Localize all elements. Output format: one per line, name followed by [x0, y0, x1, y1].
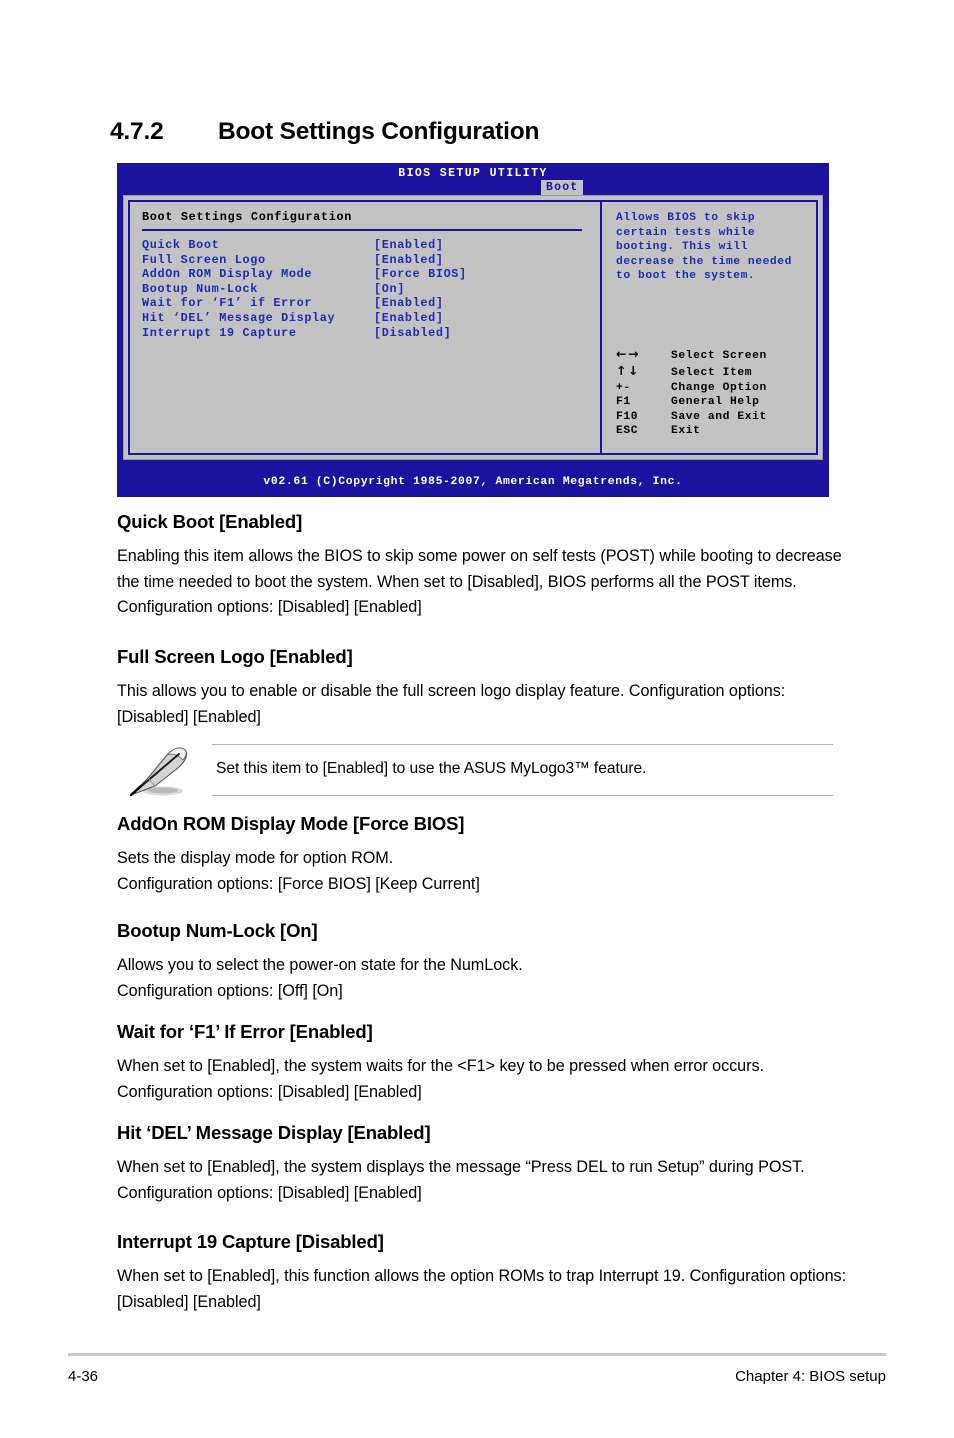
bios-setup-screenshot: BIOS SETUP UTILITY Boot Boot Settings Co…	[117, 163, 829, 497]
legend-row-exit: ESC Exit	[616, 424, 826, 439]
bios-option-row[interactable]: Wait for ‘F1’ if Error [Enabled]	[142, 296, 590, 311]
bios-option-value: [Disabled]	[374, 325, 452, 340]
bios-option-row[interactable]: Hit ‘DEL’ Message Display [Enabled]	[142, 311, 590, 326]
legend-action: Select Item	[671, 367, 753, 380]
bios-option-label: Hit ‘DEL’ Message Display	[142, 310, 336, 325]
legend-action: Change Option	[671, 381, 767, 394]
bios-body: Boot Settings Configuration Quick Boot […	[123, 195, 823, 460]
bios-options-list: Quick Boot [Enabled] Full Screen Logo [E…	[142, 238, 590, 340]
bios-option-label: Bootup Num-Lock	[142, 281, 258, 296]
bios-help-line: decrease the time needed	[616, 255, 792, 268]
section-title: Boot Settings Configuration	[218, 118, 540, 145]
bios-option-row[interactable]: Quick Boot [Enabled]	[142, 238, 590, 253]
pen-note-icon	[121, 741, 201, 799]
bios-option-row[interactable]: Bootup Num-Lock [On]	[142, 282, 590, 297]
paragraph-hit-del-message-display: When set to [Enabled], the system displa…	[117, 1158, 805, 1202]
legend-row-change-option: +- Change Option	[616, 381, 826, 396]
paragraph-addon-rom-display-mode: Sets the display mode for option ROM. Co…	[117, 849, 480, 893]
paragraph-interrupt-19-capture: When set to [Enabled], this function all…	[117, 1267, 847, 1311]
footer-divider	[68, 1353, 886, 1356]
bios-option-label: AddOn ROM Display Mode	[142, 267, 313, 282]
legend-action: General Help	[671, 396, 760, 409]
bios-inner-frame: Boot Settings Configuration Quick Boot […	[128, 200, 818, 455]
bios-left-pane: Boot Settings Configuration Quick Boot […	[130, 202, 602, 453]
heading-bootup-num-lock: Bootup Num-Lock [On]	[117, 920, 318, 941]
heading-addon-rom-display-mode: AddOn ROM Display Mode [Force BIOS]	[117, 813, 465, 834]
legend-action: Exit	[671, 425, 701, 438]
bios-key-legend: ←→ Select Screen ↑↓ Select Item +- Chang…	[616, 347, 826, 439]
heading-interrupt-19-capture: Interrupt 19 Capture [Disabled]	[117, 1231, 384, 1252]
bios-pane-title: Boot Settings Configuration	[142, 210, 353, 224]
bios-help-line: to boot the system.	[616, 270, 756, 283]
paragraph-bootup-num-lock: Allows you to select the power-on state …	[117, 956, 523, 1000]
bios-option-value: [Force BIOS]	[374, 267, 467, 282]
bios-option-value: [Enabled]	[374, 296, 444, 311]
legend-action: Save and Exit	[671, 410, 767, 423]
bios-copyright-footer: v02.61 (C)Copyright 1985-2007, American …	[263, 476, 683, 488]
bios-option-value: [Enabled]	[374, 310, 444, 325]
bios-option-value: [Enabled]	[374, 238, 444, 252]
bios-option-label: Quick Boot	[142, 238, 220, 252]
document-page: 4.7.2 Boot Settings Configuration BIOS SE…	[0, 0, 954, 1438]
bios-option-label: Interrupt 19 Capture	[142, 325, 297, 340]
heading-wait-for-f1-if-error: Wait for ‘F1’ If Error [Enabled]	[117, 1021, 373, 1042]
bios-option-label: Wait for ‘F1’ if Error	[142, 296, 313, 311]
footer-page-number: 4-36	[68, 1368, 99, 1385]
bios-option-row[interactable]: AddOn ROM Display Mode [Force BIOS]	[142, 267, 590, 282]
paragraph-quick-boot: Enabling this item allows the BIOS to sk…	[117, 547, 842, 616]
f1-key: F1	[616, 396, 631, 409]
heading-full-screen-logo: Full Screen Logo [Enabled]	[117, 646, 353, 667]
bios-option-label: Full Screen Logo	[142, 252, 266, 267]
heading-hit-del-message-display: Hit ‘DEL’ Message Display [Enabled]	[117, 1122, 431, 1143]
plus-minus-key: +-	[616, 381, 631, 394]
legend-row-save-and-exit: F10 Save and Exit	[616, 410, 826, 425]
bios-right-pane: Allows BIOS to skip certain tests while …	[604, 202, 816, 453]
note-rule-top	[212, 744, 833, 745]
up-down-arrow-icon: ↑↓	[616, 363, 640, 379]
paragraph-full-screen-logo: This allows you to enable or disable the…	[117, 682, 786, 726]
bios-help-line: certain tests while	[616, 226, 756, 239]
note-rule-bottom	[212, 795, 833, 796]
f10-key: F10	[616, 410, 639, 423]
bios-title: BIOS SETUP UTILITY	[398, 167, 548, 180]
section-number: 4.7.2	[110, 118, 164, 145]
legend-action: Select Screen	[671, 350, 767, 363]
bios-pane-divider	[142, 229, 582, 231]
bios-help-line: Allows BIOS to skip	[616, 212, 756, 224]
bios-tab-boot[interactable]: Boot	[541, 180, 584, 196]
bios-option-row[interactable]: Full Screen Logo [Enabled]	[142, 253, 590, 268]
left-right-arrow-icon: ←→	[616, 346, 640, 362]
footer-chapter-label: Chapter 4: BIOS setup	[735, 1368, 886, 1385]
legend-row-select-item: ↑↓ Select Item	[616, 363, 826, 381]
bios-option-row[interactable]: Interrupt 19 Capture [Disabled]	[142, 326, 590, 341]
bios-help-line: booting. This will	[616, 241, 748, 254]
bios-help-text: Allows BIOS to skip certain tests while …	[616, 211, 808, 284]
note-text: Set this item to [Enabled] to use the AS…	[216, 760, 647, 777]
note-box: Set this item to [Enabled] to use the AS…	[117, 738, 833, 800]
bios-option-value: [On]	[374, 281, 405, 296]
legend-row-general-help: F1 General Help	[616, 395, 826, 410]
heading-quick-boot: Quick Boot [Enabled]	[117, 511, 303, 532]
paragraph-wait-for-f1-if-error: When set to [Enabled], the system waits …	[117, 1057, 764, 1101]
bios-option-value: [Enabled]	[374, 252, 444, 267]
esc-key: ESC	[616, 425, 639, 438]
legend-row-select-screen: ←→ Select Screen	[616, 347, 826, 364]
section-heading: 4.7.2 Boot Settings Configuration	[110, 118, 539, 146]
